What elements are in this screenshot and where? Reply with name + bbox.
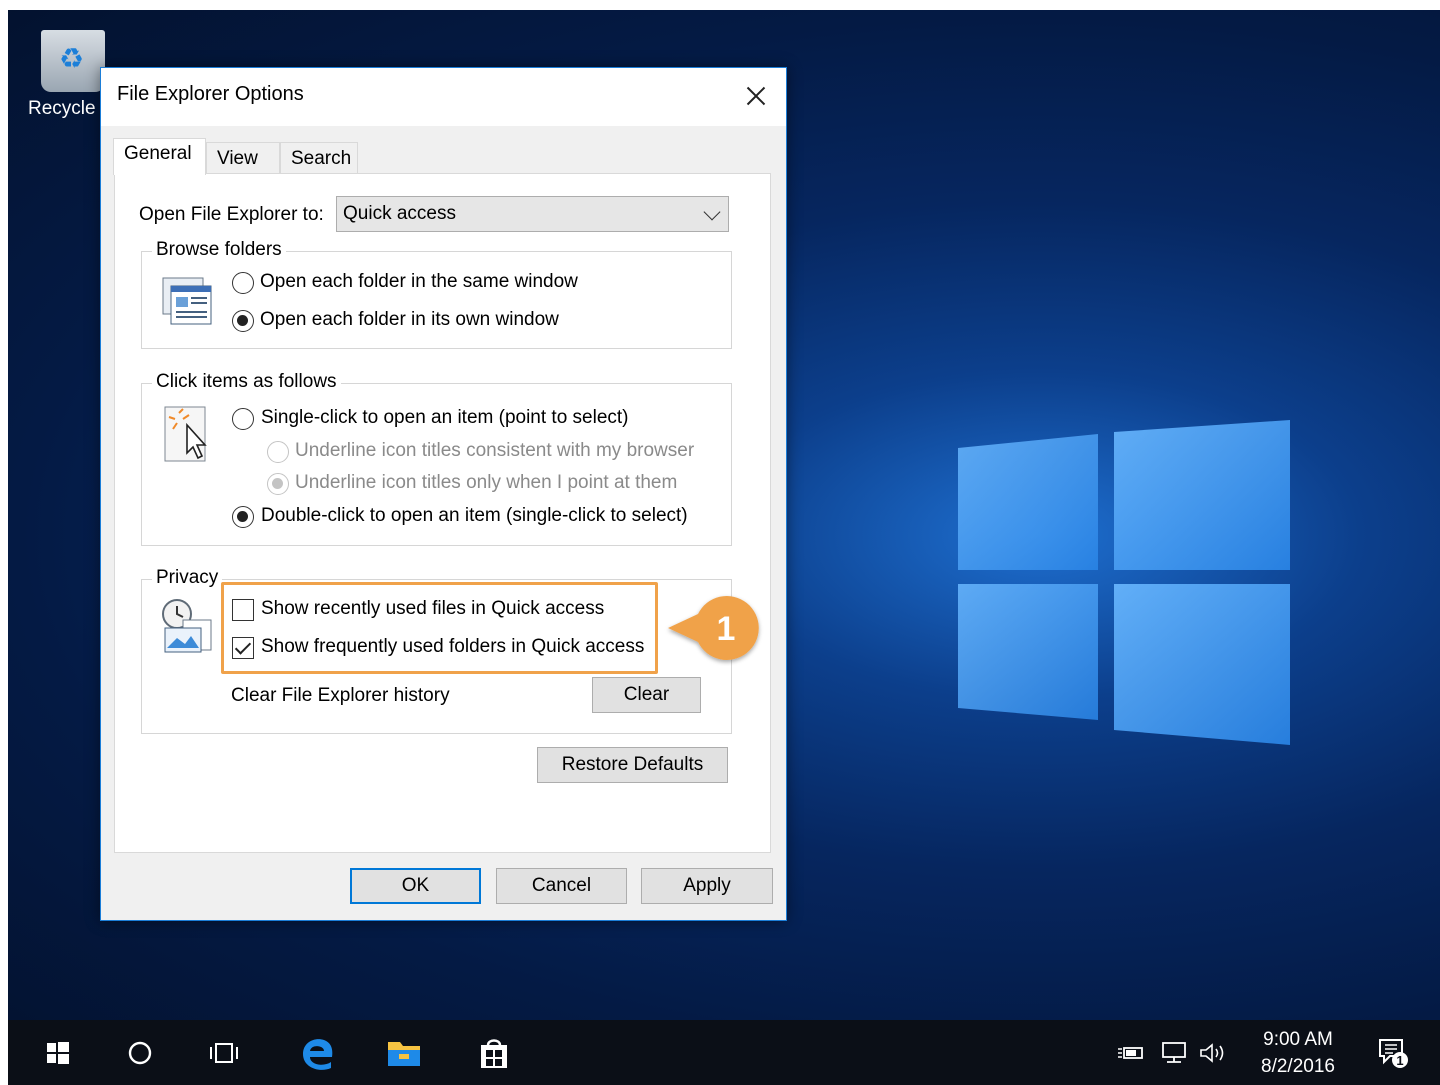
store-icon[interactable]	[464, 1020, 524, 1085]
single-click-label[interactable]: Single-click to open an item (point to s…	[261, 407, 629, 429]
browse-folders-group: Browse folders	[141, 239, 732, 349]
windows-logo-wallpaper	[958, 420, 1290, 745]
edge-icon[interactable]	[288, 1020, 348, 1085]
privacy-icon	[162, 599, 212, 653]
open-to-dropdown[interactable]: Quick access	[336, 196, 729, 232]
recycle-bin-icon	[41, 30, 105, 92]
underline-point-label: Underline icon titles only when I point …	[295, 472, 678, 493]
tab-view[interactable]: View	[206, 142, 280, 174]
start-icon[interactable]	[28, 1020, 88, 1085]
file-explorer-options-dialog: File Explorer Options General View Searc…	[100, 67, 787, 921]
tab-search[interactable]: Search	[280, 142, 358, 174]
double-click-label[interactable]: Double-click to open an item (single-cli…	[261, 505, 688, 527]
clock[interactable]: 9:00 AM 8/2/2016	[1248, 1026, 1348, 1080]
same-window-label[interactable]: Open each folder in the same window	[260, 271, 578, 293]
callout-number: 1	[717, 610, 736, 648]
taskbar: 9:00 AM 8/2/2016 1	[8, 1020, 1440, 1085]
notification-icon[interactable]: 1	[1368, 1020, 1418, 1085]
radio-underline-browser	[267, 441, 289, 463]
browse-folders-icon	[162, 277, 212, 325]
chevron-down-icon	[703, 203, 721, 221]
browse-folders-title: Browse folders	[152, 239, 286, 261]
title-bar[interactable]: File Explorer Options	[101, 68, 786, 126]
step-callout-badge: 1	[668, 596, 759, 660]
file-explorer-icon[interactable]	[374, 1020, 434, 1085]
radio-single-click[interactable]	[232, 408, 254, 430]
close-button[interactable]	[734, 76, 778, 116]
clock-date: 8/2/2016	[1261, 1056, 1335, 1077]
radio-same-window[interactable]	[232, 272, 254, 294]
notification-count: 1	[1396, 1053, 1403, 1068]
radio-underline-point	[267, 473, 289, 495]
click-items-icon	[164, 406, 207, 462]
ok-button[interactable]: OK	[350, 868, 481, 904]
volume-icon[interactable]	[1194, 1020, 1234, 1085]
clock-time: 9:00 AM	[1263, 1029, 1333, 1050]
clear-button[interactable]: Clear	[592, 677, 701, 713]
own-window-label[interactable]: Open each folder in its own window	[260, 309, 559, 331]
cortana-icon[interactable]	[110, 1020, 170, 1085]
clear-history-label: Clear File Explorer history	[231, 685, 450, 706]
privacy-highlight-box	[221, 582, 658, 674]
dialog-title: File Explorer Options	[117, 83, 304, 105]
network-icon[interactable]	[1154, 1020, 1194, 1085]
click-items-title: Click items as follows	[152, 371, 341, 393]
radio-double-click[interactable]	[232, 506, 254, 528]
apply-button[interactable]: Apply	[641, 868, 773, 904]
open-to-value: Quick access	[343, 203, 456, 224]
open-to-label: Open File Explorer to:	[139, 204, 324, 225]
radio-own-window[interactable]	[232, 310, 254, 332]
restore-defaults-button[interactable]: Restore Defaults	[537, 747, 728, 783]
cancel-button[interactable]: Cancel	[496, 868, 627, 904]
privacy-title: Privacy	[152, 567, 223, 589]
underline-browser-label: Underline icon titles consistent with my…	[295, 440, 695, 461]
power-icon[interactable]	[1110, 1020, 1150, 1085]
task-view-icon[interactable]	[194, 1020, 254, 1085]
tab-general[interactable]: General	[113, 138, 206, 175]
